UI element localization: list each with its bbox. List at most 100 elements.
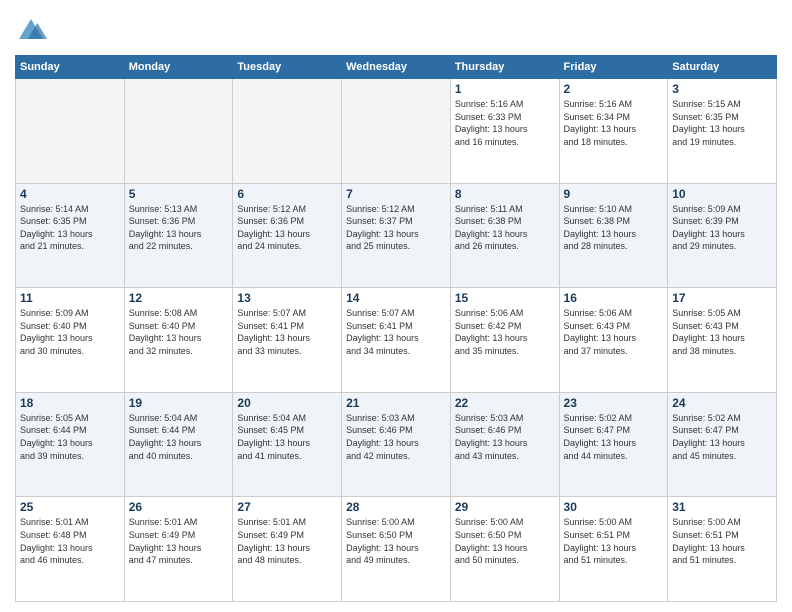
weekday-header-tuesday: Tuesday: [233, 56, 342, 79]
calendar-cell: 8 Sunrise: 5:11 AM Sunset: 6:38 PM Daylig…: [450, 183, 559, 288]
day-number: 6: [237, 187, 337, 201]
weekday-header-thursday: Thursday: [450, 56, 559, 79]
calendar-week-row: 18 Sunrise: 5:05 AM Sunset: 6:44 PM Dayli…: [16, 392, 777, 497]
day-info: Sunrise: 5:07 AM Sunset: 6:41 PM Dayligh…: [346, 307, 446, 357]
day-number: 24: [672, 396, 772, 410]
weekday-header-saturday: Saturday: [668, 56, 777, 79]
day-info: Sunrise: 5:09 AM Sunset: 6:39 PM Dayligh…: [672, 203, 772, 253]
day-info: Sunrise: 5:02 AM Sunset: 6:47 PM Dayligh…: [672, 412, 772, 462]
calendar-cell: 25 Sunrise: 5:01 AM Sunset: 6:48 PM Dayli…: [16, 497, 125, 602]
calendar-cell: 30 Sunrise: 5:00 AM Sunset: 6:51 PM Dayli…: [559, 497, 668, 602]
day-number: 2: [564, 82, 664, 96]
day-info: Sunrise: 5:15 AM Sunset: 6:35 PM Dayligh…: [672, 98, 772, 148]
calendar-cell: 26 Sunrise: 5:01 AM Sunset: 6:49 PM Dayli…: [124, 497, 233, 602]
day-number: 20: [237, 396, 337, 410]
calendar-cell: 24 Sunrise: 5:02 AM Sunset: 6:47 PM Dayli…: [668, 392, 777, 497]
weekday-header-sunday: Sunday: [16, 56, 125, 79]
calendar-cell: 15 Sunrise: 5:06 AM Sunset: 6:42 PM Dayli…: [450, 288, 559, 393]
day-info: Sunrise: 5:00 AM Sunset: 6:51 PM Dayligh…: [564, 516, 664, 566]
calendar-week-row: 11 Sunrise: 5:09 AM Sunset: 6:40 PM Dayli…: [16, 288, 777, 393]
day-info: Sunrise: 5:06 AM Sunset: 6:42 PM Dayligh…: [455, 307, 555, 357]
day-number: 3: [672, 82, 772, 96]
day-info: Sunrise: 5:16 AM Sunset: 6:33 PM Dayligh…: [455, 98, 555, 148]
day-number: 4: [20, 187, 120, 201]
calendar-cell: 20Sunrise: 5:04 AM Sunset: 6:45 PM Dayli…: [233, 392, 342, 497]
weekday-header-row: SundayMondayTuesdayWednesdayThursdayFrid…: [16, 56, 777, 79]
day-number: 25: [20, 500, 120, 514]
day-info: Sunrise: 5:01 AM Sunset: 6:49 PM Dayligh…: [237, 516, 337, 566]
calendar-cell: 28Sunrise: 5:00 AM Sunset: 6:50 PM Dayli…: [342, 497, 451, 602]
day-info: Sunrise: 5:07 AM Sunset: 6:41 PM Dayligh…: [237, 307, 337, 357]
calendar-cell: 31Sunrise: 5:00 AM Sunset: 6:51 PM Dayli…: [668, 497, 777, 602]
calendar-cell: 22Sunrise: 5:03 AM Sunset: 6:46 PM Dayli…: [450, 392, 559, 497]
calendar-week-row: 25 Sunrise: 5:01 AM Sunset: 6:48 PM Dayli…: [16, 497, 777, 602]
day-number: 29: [455, 500, 555, 514]
day-info: Sunrise: 5:09 AM Sunset: 6:40 PM Dayligh…: [20, 307, 120, 357]
calendar-week-row: 1Sunrise: 5:16 AM Sunset: 6:33 PM Daylig…: [16, 79, 777, 184]
day-info: Sunrise: 5:03 AM Sunset: 6:46 PM Dayligh…: [455, 412, 555, 462]
day-number: 12: [129, 291, 229, 305]
calendar-cell: 14 Sunrise: 5:07 AM Sunset: 6:41 PM Dayli…: [342, 288, 451, 393]
day-info: Sunrise: 5:05 AM Sunset: 6:43 PM Dayligh…: [672, 307, 772, 357]
calendar-cell: 6 Sunrise: 5:12 AM Sunset: 6:36 PM Daylig…: [233, 183, 342, 288]
day-number: 15: [455, 291, 555, 305]
day-info: Sunrise: 5:12 AM Sunset: 6:36 PM Dayligh…: [237, 203, 337, 253]
day-number: 8: [455, 187, 555, 201]
calendar-cell: 18 Sunrise: 5:05 AM Sunset: 6:44 PM Dayli…: [16, 392, 125, 497]
calendar-cell: [342, 79, 451, 184]
day-info: Sunrise: 5:01 AM Sunset: 6:48 PM Dayligh…: [20, 516, 120, 566]
day-number: 14: [346, 291, 446, 305]
calendar-cell: 4 Sunrise: 5:14 AM Sunset: 6:35 PM Daylig…: [16, 183, 125, 288]
weekday-header-monday: Monday: [124, 56, 233, 79]
day-number: 18: [20, 396, 120, 410]
day-info: Sunrise: 5:12 AM Sunset: 6:37 PM Dayligh…: [346, 203, 446, 253]
day-number: 27: [237, 500, 337, 514]
calendar-cell: 23Sunrise: 5:02 AM Sunset: 6:47 PM Dayli…: [559, 392, 668, 497]
calendar-cell: 27 Sunrise: 5:01 AM Sunset: 6:49 PM Dayli…: [233, 497, 342, 602]
calendar-cell: 16 Sunrise: 5:06 AM Sunset: 6:43 PM Dayli…: [559, 288, 668, 393]
page: SundayMondayTuesdayWednesdayThursdayFrid…: [0, 0, 792, 612]
day-number: 10: [672, 187, 772, 201]
day-info: Sunrise: 5:00 AM Sunset: 6:50 PM Dayligh…: [455, 516, 555, 566]
weekday-header-friday: Friday: [559, 56, 668, 79]
logo: [15, 15, 51, 47]
calendar-cell: 2 Sunrise: 5:16 AM Sunset: 6:34 PM Daylig…: [559, 79, 668, 184]
header: [15, 15, 777, 47]
calendar-cell: [233, 79, 342, 184]
day-info: Sunrise: 5:00 AM Sunset: 6:51 PM Dayligh…: [672, 516, 772, 566]
calendar-cell: 11 Sunrise: 5:09 AM Sunset: 6:40 PM Dayli…: [16, 288, 125, 393]
calendar-cell: 21Sunrise: 5:03 AM Sunset: 6:46 PM Dayli…: [342, 392, 451, 497]
day-info: Sunrise: 5:10 AM Sunset: 6:38 PM Dayligh…: [564, 203, 664, 253]
day-info: Sunrise: 5:05 AM Sunset: 6:44 PM Dayligh…: [20, 412, 120, 462]
calendar-cell: [124, 79, 233, 184]
day-info: Sunrise: 5:06 AM Sunset: 6:43 PM Dayligh…: [564, 307, 664, 357]
calendar-cell: 9 Sunrise: 5:10 AM Sunset: 6:38 PM Daylig…: [559, 183, 668, 288]
calendar-cell: 29 Sunrise: 5:00 AM Sunset: 6:50 PM Dayli…: [450, 497, 559, 602]
calendar-table: SundayMondayTuesdayWednesdayThursdayFrid…: [15, 55, 777, 602]
day-number: 5: [129, 187, 229, 201]
day-number: 21: [346, 396, 446, 410]
day-number: 16: [564, 291, 664, 305]
day-info: Sunrise: 5:04 AM Sunset: 6:44 PM Dayligh…: [129, 412, 229, 462]
calendar-cell: 12Sunrise: 5:08 AM Sunset: 6:40 PM Dayli…: [124, 288, 233, 393]
calendar-cell: 10 Sunrise: 5:09 AM Sunset: 6:39 PM Dayli…: [668, 183, 777, 288]
day-number: 19: [129, 396, 229, 410]
day-number: 26: [129, 500, 229, 514]
day-number: 13: [237, 291, 337, 305]
day-info: Sunrise: 5:01 AM Sunset: 6:49 PM Dayligh…: [129, 516, 229, 566]
day-number: 30: [564, 500, 664, 514]
day-info: Sunrise: 5:16 AM Sunset: 6:34 PM Dayligh…: [564, 98, 664, 148]
calendar-cell: 1Sunrise: 5:16 AM Sunset: 6:33 PM Daylig…: [450, 79, 559, 184]
day-number: 9: [564, 187, 664, 201]
day-number: 28: [346, 500, 446, 514]
day-info: Sunrise: 5:14 AM Sunset: 6:35 PM Dayligh…: [20, 203, 120, 253]
weekday-header-wednesday: Wednesday: [342, 56, 451, 79]
day-number: 17: [672, 291, 772, 305]
calendar-cell: 5Sunrise: 5:13 AM Sunset: 6:36 PM Daylig…: [124, 183, 233, 288]
calendar-cell: 17 Sunrise: 5:05 AM Sunset: 6:43 PM Dayli…: [668, 288, 777, 393]
calendar-cell: 7Sunrise: 5:12 AM Sunset: 6:37 PM Daylig…: [342, 183, 451, 288]
day-number: 11: [20, 291, 120, 305]
calendar-cell: 19 Sunrise: 5:04 AM Sunset: 6:44 PM Dayli…: [124, 392, 233, 497]
day-info: Sunrise: 5:11 AM Sunset: 6:38 PM Dayligh…: [455, 203, 555, 253]
calendar-week-row: 4 Sunrise: 5:14 AM Sunset: 6:35 PM Daylig…: [16, 183, 777, 288]
